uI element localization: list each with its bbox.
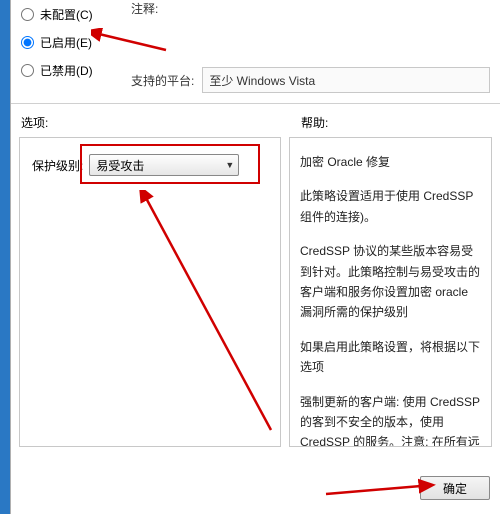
- options-header: 选项:: [21, 114, 301, 131]
- ok-button[interactable]: 确定: [420, 476, 490, 500]
- radio-enabled-input[interactable]: [21, 36, 34, 49]
- help-p1: 此策略设置适用于使用 CredSSP 组件的连接)。: [300, 186, 481, 227]
- section-headers: 选项: 帮助:: [11, 104, 500, 137]
- protection-label: 保护级别:: [32, 157, 83, 174]
- help-title: 加密 Oracle 修复: [300, 152, 481, 172]
- policy-window: 未配置(C) 已启用(E) 已禁用(D) 注释: 支持的平台: 至少 Windo…: [10, 0, 500, 514]
- window-edge: [0, 0, 10, 514]
- comment-column: 注释: 支持的平台: 至少 Windows Vista: [131, 0, 490, 103]
- help-p4: 强制更新的客户端: 使用 CredSSP 的客到不安全的版本，使用 CredSS…: [300, 392, 481, 447]
- radio-disabled[interactable]: 已禁用(D): [21, 56, 131, 84]
- help-p3: 如果启用此策略设置，将根据以下选项: [300, 337, 481, 378]
- options-panel: 保护级别: 易受攻击 ▼: [19, 137, 281, 447]
- chevron-down-icon: ▼: [225, 160, 234, 170]
- radio-not-configured-label: 未配置(C): [40, 6, 93, 23]
- protection-dropdown-value: 易受攻击: [96, 157, 144, 174]
- radio-group: 未配置(C) 已启用(E) 已禁用(D): [21, 0, 131, 84]
- radio-enabled[interactable]: 已启用(E): [21, 28, 131, 56]
- help-panel: 加密 Oracle 修复 此策略设置适用于使用 CredSSP 组件的连接)。 …: [289, 137, 492, 447]
- help-header: 帮助:: [301, 114, 490, 131]
- comment-label: 注释:: [131, 0, 490, 17]
- button-bar: 确定: [420, 476, 490, 500]
- top-area: 未配置(C) 已启用(E) 已禁用(D) 注释: 支持的平台: 至少 Windo…: [11, 0, 500, 103]
- protection-dropdown[interactable]: 易受攻击 ▼: [89, 154, 239, 176]
- panels: 保护级别: 易受攻击 ▼ 加密 Oracle 修复 此策略设置适用于使用 Cre…: [11, 137, 500, 447]
- supported-row: 支持的平台: 至少 Windows Vista: [131, 61, 490, 103]
- radio-not-configured-input[interactable]: [21, 8, 34, 21]
- radio-not-configured[interactable]: 未配置(C): [21, 0, 131, 28]
- radio-disabled-label: 已禁用(D): [40, 62, 93, 79]
- radio-enabled-label: 已启用(E): [40, 34, 92, 51]
- supported-value: 至少 Windows Vista: [202, 67, 490, 93]
- supported-label: 支持的平台:: [131, 72, 194, 89]
- help-p2: CredSSP 协议的某些版本容易受到针对。此策略控制与易受攻击的客户端和服务你…: [300, 241, 481, 323]
- protection-row: 保护级别: 易受攻击 ▼: [32, 154, 268, 176]
- radio-disabled-input[interactable]: [21, 64, 34, 77]
